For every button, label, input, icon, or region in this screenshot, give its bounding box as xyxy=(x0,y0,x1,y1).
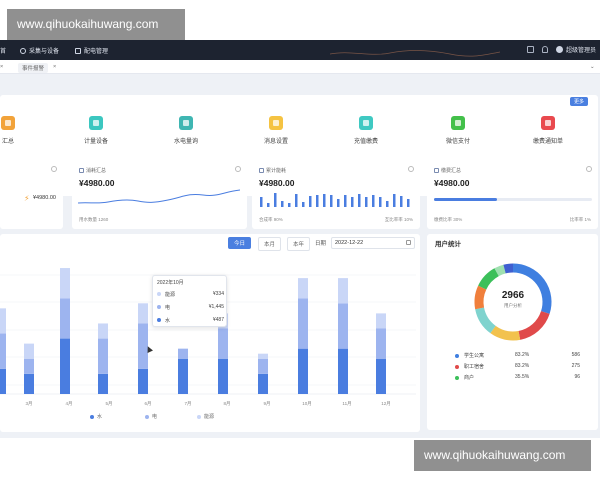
bar-segment xyxy=(258,358,268,374)
bar-segment xyxy=(178,358,188,394)
bar-segment xyxy=(258,353,268,359)
tooltip-row-name: 水 xyxy=(165,317,171,324)
user-total-label: 用户分析 xyxy=(504,303,522,308)
user-stats-title: 用户统计 xyxy=(435,241,461,248)
bar-segment xyxy=(258,373,268,394)
bar-segment xyxy=(98,323,108,339)
bar-segment xyxy=(338,303,348,349)
bar-segment xyxy=(98,373,108,394)
legend-dot xyxy=(197,414,201,419)
legend-dot xyxy=(90,414,94,419)
row-percent: 35.5% xyxy=(515,374,530,380)
legend-label: 水 xyxy=(97,414,103,420)
legend-label: 能源 xyxy=(204,414,215,420)
legend-dot xyxy=(455,365,459,369)
bar-segment xyxy=(24,373,34,394)
chart-legend-item[interactable]: 水 xyxy=(90,413,102,420)
bar-segment xyxy=(218,328,228,359)
tooltip-row-name: 电 xyxy=(165,304,171,311)
donut-segment xyxy=(475,307,496,334)
legend-dot xyxy=(157,292,161,296)
row-name: 学生公寓 xyxy=(464,353,485,359)
bar-segment xyxy=(98,338,108,374)
x-tick-label: 10月 xyxy=(302,401,312,407)
legend-label: 电 xyxy=(152,414,158,420)
x-tick-label: 5月 xyxy=(105,401,112,407)
legend-dot xyxy=(455,354,459,358)
row-percent: 83.2% xyxy=(515,352,530,358)
user-total: 2966 xyxy=(501,290,525,301)
bar-segment xyxy=(218,358,228,394)
tooltip-row-value: ¥1,445 xyxy=(208,304,224,310)
chart-legend-item[interactable]: 能源 xyxy=(197,413,214,420)
bar-segment xyxy=(60,338,70,394)
donut-segment xyxy=(494,264,506,277)
bar-segment xyxy=(0,368,6,394)
bar-segment xyxy=(60,298,70,339)
bar-segment xyxy=(0,308,6,334)
tooltip-row: 能源 ¥334 xyxy=(157,290,224,298)
row-percent: 83.2% xyxy=(515,363,530,369)
row-name: 职工宿舍 xyxy=(464,364,485,370)
bar-segment xyxy=(338,348,348,394)
watermark-bottom: www.qihuokaihuwang.com xyxy=(414,440,591,471)
bar-segment xyxy=(298,298,308,349)
user-stats-row: 职工宿舍 83.2% 275 xyxy=(455,363,580,372)
donut-segment xyxy=(503,263,514,274)
tooltip-row-value: ¥334 xyxy=(212,291,224,297)
bar-segment xyxy=(298,348,308,394)
x-tick-label: 3月 xyxy=(25,401,32,407)
row-count: 275 xyxy=(571,363,580,369)
bar-segment xyxy=(298,278,308,299)
chart-tooltip: 2022年10月 能源 ¥334 电 ¥1,445 水 ¥487 xyxy=(152,275,227,327)
bar-segment xyxy=(376,328,386,359)
bar-segment xyxy=(138,368,148,394)
bar-segment xyxy=(60,268,70,299)
watermark-top: www.qihuokaihuwang.com xyxy=(7,9,185,40)
bar-segment xyxy=(376,358,386,394)
tooltip-row-name: 能源 xyxy=(165,291,176,298)
donut-segment xyxy=(478,268,500,290)
bar-segment xyxy=(376,313,386,329)
x-tick-label: 7月 xyxy=(184,401,191,407)
bar-segment xyxy=(0,333,6,369)
row-count: 96 xyxy=(574,374,580,380)
x-tick-label: 12月 xyxy=(381,401,391,407)
x-tick-label: 9月 xyxy=(263,401,270,407)
donut-segment xyxy=(518,310,550,340)
row-count: 586 xyxy=(571,352,580,358)
tooltip-row: 水 ¥487 xyxy=(157,316,224,324)
x-tick-label: 6月 xyxy=(144,401,151,407)
bar-segment xyxy=(338,278,348,304)
donut-segment xyxy=(490,325,521,341)
tooltip-title: 2022年10月 xyxy=(157,280,184,286)
legend-dot xyxy=(157,318,161,322)
user-donut-chart xyxy=(474,263,552,341)
user-stats-row: 学生公寓 83.2% 586 xyxy=(455,352,580,361)
legend-dot xyxy=(455,376,459,380)
x-tick-label: 8月 xyxy=(223,401,230,407)
bar-segment xyxy=(24,343,34,359)
bar-segment xyxy=(24,358,34,374)
user-stats-row: 商户 35.5% 96 xyxy=(455,374,580,383)
bar-segment xyxy=(138,303,148,324)
bar-segment xyxy=(178,348,188,359)
chart-legend-item[interactable]: 电 xyxy=(145,413,157,420)
row-name: 商户 xyxy=(464,375,475,381)
x-tick-label: 4月 xyxy=(65,401,72,407)
legend-dot xyxy=(145,414,149,419)
legend-dot xyxy=(157,305,161,309)
tooltip-row: 电 ¥1,445 xyxy=(157,303,224,311)
tooltip-row-value: ¥487 xyxy=(212,317,224,323)
x-tick-label: 11月 xyxy=(342,401,351,407)
